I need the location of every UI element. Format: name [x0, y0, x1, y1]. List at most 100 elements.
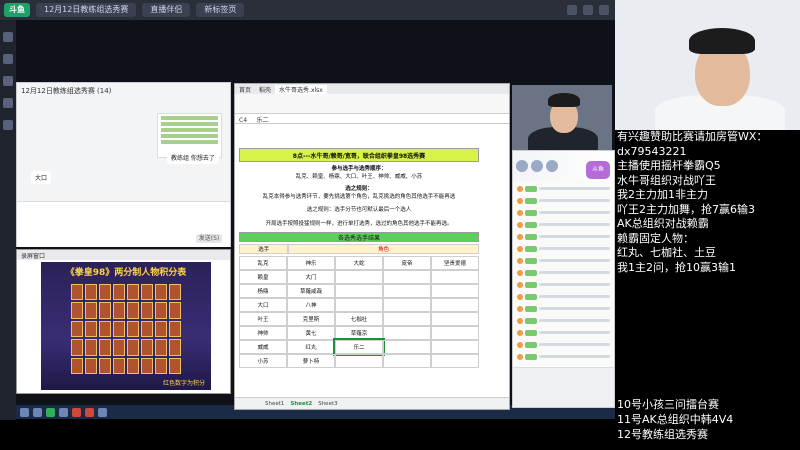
cell[interactable]: 叶王	[239, 312, 287, 326]
cell[interactable]: 杨鼎	[239, 284, 287, 298]
rules-order[interactable]: 乱克、赖皇、杨鼎、大口、叶王、神帅、威威、小苏	[239, 172, 479, 180]
sheet-tab-2[interactable]: Sheet2	[290, 401, 312, 407]
sheet-grid[interactable]: 8点---水牛哥/赖哥/宽哥，联合组织拳皇98选秀赛 参与选手与选秀顺序： 乱克…	[239, 140, 479, 390]
avatar[interactable]	[516, 160, 528, 172]
sheet-title[interactable]: 8点---水牛哥/赖哥/宽哥，联合组织拳皇98选秀赛	[239, 148, 479, 162]
sheet-tab-1[interactable]: Sheet1	[265, 401, 284, 407]
col-player-header[interactable]: 选手	[239, 244, 289, 254]
cell[interactable]	[383, 354, 431, 368]
table-row[interactable]: 乱克 神乐 大蛇 庞帝 坚贵爱德	[239, 256, 479, 270]
selected-cell[interactable]: 乐二	[333, 338, 385, 356]
cell[interactable]: 克里斯	[287, 312, 335, 326]
column-header-row[interactable]: 选手 角色	[239, 244, 479, 254]
stream-screen: 斗鱼 12月12日教练组选秀赛 直播伴侣 新标签页 12月12日教练组选秀赛 (…	[0, 0, 800, 450]
cell[interactable]: 黄七	[287, 326, 335, 340]
cell[interactable]	[383, 270, 431, 284]
douyu-icon[interactable]	[85, 407, 94, 417]
start-icon[interactable]	[20, 407, 29, 417]
chat-input[interactable]: 发送(S)	[17, 201, 230, 247]
cell-reference[interactable]: C4	[239, 117, 247, 124]
rule2-text[interactable]: 乱克本得参与选秀环节，要先挑选第个角色，乱克挑选的角色其他选手不能再选	[239, 192, 479, 200]
maximize-icon[interactable]	[583, 5, 593, 15]
cell[interactable]: 小苏	[239, 354, 287, 368]
cell[interactable]	[335, 270, 383, 284]
table-row[interactable]: 威威 红丸 乐二	[239, 338, 479, 356]
sheet-tab-3[interactable]: Sheet3	[318, 401, 337, 407]
cell[interactable]: 大口	[239, 298, 287, 312]
table-row[interactable]: 杨鼎 草薙咸哉	[239, 284, 479, 298]
avatar[interactable]	[546, 160, 558, 172]
cell[interactable]: 神帅	[239, 326, 287, 340]
ribbon-toolbar[interactable]	[235, 94, 509, 114]
cell[interactable]: 坚贵爱德	[431, 256, 479, 270]
tab-home[interactable]: 首页	[235, 85, 255, 94]
cell[interactable]	[335, 298, 383, 312]
cell[interactable]: 萝卜特	[287, 354, 335, 368]
folder-icon[interactable]	[33, 407, 42, 417]
tab-3[interactable]: 新标签页	[196, 3, 245, 17]
tab-docer[interactable]: 稻壳	[255, 85, 275, 94]
wps-icon[interactable]	[72, 407, 81, 417]
cell[interactable]: 大蛇	[335, 256, 383, 270]
chat-icon[interactable]	[3, 54, 13, 64]
cell[interactable]	[383, 340, 431, 354]
table-row[interactable]: 赖皇 大门	[239, 270, 479, 284]
rule2-head[interactable]: 选之规则：	[239, 184, 479, 192]
cell[interactable]	[431, 270, 479, 284]
cell[interactable]: 草薙京	[335, 326, 383, 340]
minimize-icon[interactable]	[567, 5, 577, 15]
formula-bar[interactable]: C4 乐二	[235, 114, 509, 124]
home-icon[interactable]	[3, 32, 13, 42]
cell[interactable]: 庞帝	[383, 256, 431, 270]
cell[interactable]	[383, 298, 431, 312]
tab-1[interactable]: 12月12日教练组选秀赛	[36, 3, 137, 17]
cell[interactable]	[383, 284, 431, 298]
cell[interactable]: 大门	[287, 270, 335, 284]
cell[interactable]	[431, 284, 479, 298]
files-icon[interactable]	[3, 98, 13, 108]
browser-icon[interactable]	[59, 407, 68, 417]
cell[interactable]: 威威	[239, 340, 287, 354]
close-icon[interactable]	[599, 5, 609, 15]
cell[interactable]: 乱克	[239, 256, 287, 270]
cell[interactable]	[335, 354, 383, 368]
danmaku-input-area[interactable]	[513, 367, 614, 407]
cell[interactable]	[431, 312, 479, 326]
table-row[interactable]: 小苏 萝卜特	[239, 354, 479, 368]
cell[interactable]: 七枷社	[335, 312, 383, 326]
overlay-line: 我2主力加1非主力	[617, 188, 708, 201]
table-row[interactable]: 叶王 克里斯 七枷社	[239, 312, 479, 326]
table-row[interactable]: 神帅 黄七 草薙京	[239, 326, 479, 340]
streamer-cam-large	[615, 0, 800, 130]
cell[interactable]	[431, 340, 479, 354]
table-row[interactable]: 大口 八神	[239, 298, 479, 312]
cell[interactable]: 草薙咸哉	[287, 284, 335, 298]
cell[interactable]: 红丸	[287, 340, 335, 354]
rules-head[interactable]: 参与选手与选秀顺序：	[239, 164, 479, 172]
media-icon[interactable]	[98, 407, 107, 417]
col-role-header[interactable]: 角色	[288, 244, 479, 254]
cell[interactable]: 神乐	[287, 256, 335, 270]
avatar[interactable]	[531, 160, 543, 172]
danmaku-line	[517, 184, 610, 193]
wechat-icon[interactable]	[46, 407, 55, 417]
cell[interactable]: 八神	[287, 298, 335, 312]
rule3-text[interactable]: 开局选手按照投猛规则一样，进行单打选秀，选过的角色其他选手不能再选。	[239, 218, 479, 228]
tab-2[interactable]: 直播伴侣	[142, 3, 191, 17]
platform-badge: 斗鱼	[586, 161, 610, 179]
cell[interactable]: 赖皇	[239, 270, 287, 284]
section-header[interactable]: 各选秀选手结果	[239, 232, 479, 242]
cell[interactable]	[431, 354, 479, 368]
poster-footer: 红色数字为积分	[162, 380, 205, 387]
send-button[interactable]: 发送(S)	[196, 234, 222, 243]
formula-value[interactable]: 乐二	[257, 117, 269, 124]
tab-file[interactable]: 水牛哥选秀.xlsx	[275, 84, 327, 94]
rule3-head[interactable]: 选之规则：选手分节也可默认最后一个选人	[239, 204, 479, 214]
contacts-icon[interactable]	[3, 76, 13, 86]
cell[interactable]	[383, 326, 431, 340]
cell[interactable]	[431, 298, 479, 312]
settings-icon[interactable]	[3, 120, 13, 130]
cell[interactable]	[383, 312, 431, 326]
cell[interactable]	[335, 284, 383, 298]
cell[interactable]	[431, 326, 479, 340]
